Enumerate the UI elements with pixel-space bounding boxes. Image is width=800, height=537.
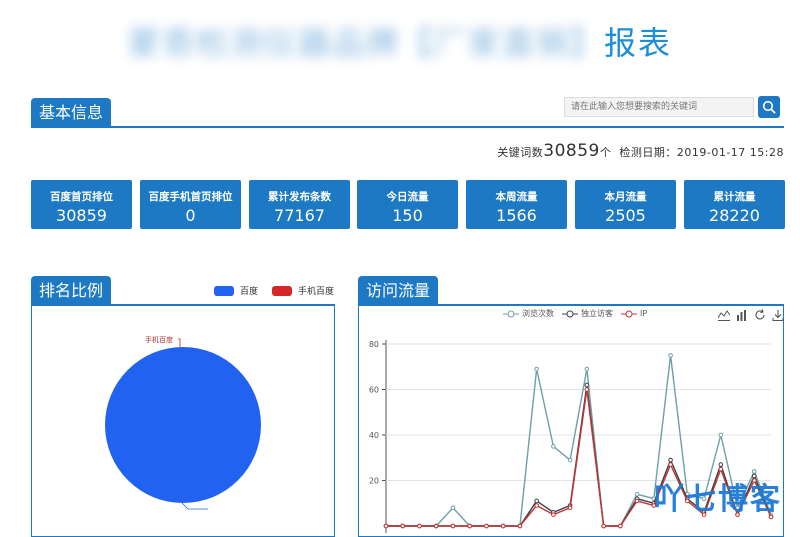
pie-label-mobile: 手机百度 xyxy=(145,335,173,344)
legend-swatch-mobile[interactable] xyxy=(272,285,293,296)
pie-label-line xyxy=(178,338,181,348)
data-point xyxy=(467,523,472,529)
tab-ranking-ratio[interactable]: 排名比例 xyxy=(31,276,112,306)
legend-item-uv[interactable]: 独立访客 xyxy=(562,308,613,319)
data-point xyxy=(584,382,590,388)
chart-toolbox xyxy=(718,309,784,321)
data-point xyxy=(534,503,539,508)
ranking-legend: 百度 手机百度 xyxy=(200,284,334,297)
data-point xyxy=(618,523,623,529)
data-point xyxy=(551,512,556,517)
y-tick-label: 60 xyxy=(369,386,379,395)
pie-label-line-baidu xyxy=(181,502,208,510)
legend-item-pv[interactable]: 浏览次数 xyxy=(503,308,554,319)
data-point xyxy=(433,523,439,529)
legend-label-ip: IP xyxy=(640,309,648,318)
data-point xyxy=(718,466,724,472)
data-point xyxy=(668,457,673,463)
page-title-suffix: 报表 xyxy=(604,24,673,62)
legend-label-baidu[interactable]: 百度 xyxy=(240,284,258,297)
data-point xyxy=(417,523,422,529)
stat-label: 本周流量 xyxy=(495,191,538,203)
detect-date: 2019-01-17 15:28 xyxy=(676,146,784,159)
stat-card-mobile-rank: 百度手机首页排位 0 xyxy=(140,180,241,229)
data-point xyxy=(400,523,406,529)
bar-chart-icon[interactable] xyxy=(736,309,748,321)
keyword-unit: 个 xyxy=(599,146,612,159)
data-point xyxy=(601,523,606,529)
data-point xyxy=(718,462,724,467)
keyword-count: 30859 xyxy=(543,141,600,161)
legend-marker-pv xyxy=(503,310,519,317)
legend-marker-uv xyxy=(562,310,578,317)
page-title: 蒙恩检测仪器品牌【厂家直销】报表 xyxy=(0,18,800,64)
data-point xyxy=(500,523,506,529)
data-point xyxy=(584,366,590,372)
download-icon[interactable] xyxy=(772,309,784,321)
search-icon xyxy=(762,100,776,114)
stat-card-total-traffic: 累计流量 28220 xyxy=(684,180,785,229)
data-point xyxy=(668,462,673,467)
data-point xyxy=(383,523,389,529)
data-point xyxy=(751,469,757,474)
stat-label: 本月流量 xyxy=(604,191,647,203)
data-point xyxy=(450,505,456,511)
data-point xyxy=(534,498,539,504)
stat-card-today-traffic: 今日流量 150 xyxy=(357,180,458,229)
pie-slice-baidu[interactable] xyxy=(105,347,261,503)
stat-card-week-traffic: 本周流量 1566 xyxy=(466,180,567,229)
search-button[interactable] xyxy=(758,96,780,118)
traffic-header: 访问流量 xyxy=(358,272,784,306)
legend-swatch-baidu[interactable] xyxy=(214,285,234,296)
data-point xyxy=(450,523,456,529)
data-point xyxy=(634,498,640,504)
line-chart-icon[interactable] xyxy=(718,309,730,321)
stat-value: 28220 xyxy=(709,206,760,225)
stat-label: 累计流量 xyxy=(713,191,756,203)
stat-label: 百度手机首页排位 xyxy=(148,191,233,203)
pie-chart: 手机百度 xyxy=(105,335,261,510)
y-tick-label: 80 xyxy=(369,340,379,349)
detect-date-label: 检测日期： xyxy=(619,146,677,159)
search-input[interactable]: 请在此输入您想要搜索的关键词 xyxy=(564,97,754,117)
stat-label: 百度首页排位 xyxy=(50,191,113,203)
data-point xyxy=(668,353,673,358)
data-point xyxy=(567,457,573,463)
data-point xyxy=(634,491,640,497)
data-point xyxy=(517,523,523,529)
tab-traffic[interactable]: 访问流量 xyxy=(358,276,439,306)
data-point xyxy=(584,387,590,392)
legend-marker-ip xyxy=(621,310,637,317)
stat-value: 77167 xyxy=(274,206,325,225)
stat-value: 0 xyxy=(185,206,196,225)
stat-value: 1566 xyxy=(496,206,537,225)
legend-label-uv: 独立访客 xyxy=(581,309,613,318)
y-tick-label: 20 xyxy=(369,477,379,486)
tab-basic-info[interactable]: 基本信息 xyxy=(31,98,112,128)
legend-label-mobile[interactable]: 手机百度 xyxy=(298,284,334,297)
stat-value: 30859 xyxy=(56,206,107,225)
data-point xyxy=(718,432,724,438)
legend-item-ip[interactable]: IP xyxy=(621,309,647,318)
data-point xyxy=(534,366,539,372)
stat-label: 累计发布条数 xyxy=(268,191,331,203)
page-title-blurred: 蒙恩检测仪器品牌【厂家直销】 xyxy=(127,24,604,62)
y-tick-label: 40 xyxy=(369,431,379,440)
stat-value: 2505 xyxy=(605,206,646,225)
watermark-logo: 吖七博客 xyxy=(654,482,782,517)
traffic-legend: 浏览次数 独立访客 IP xyxy=(503,308,655,319)
data-point xyxy=(551,444,556,449)
data-point xyxy=(484,523,489,529)
refresh-icon[interactable] xyxy=(754,309,766,321)
data-point xyxy=(567,505,573,511)
detection-meta: 关键词数30859个 检测日期：2019-01-17 15:28 xyxy=(497,141,784,161)
stat-card-baidu-rank: 百度首页排位 30859 xyxy=(31,180,132,229)
stat-card-total-posts: 累计发布条数 77167 xyxy=(249,180,350,229)
stat-label: 今日流量 xyxy=(386,191,429,203)
stat-value: 150 xyxy=(392,206,423,225)
legend-label-pv: 浏览次数 xyxy=(522,309,554,318)
stat-card-month-traffic: 本月流量 2505 xyxy=(575,180,676,229)
keyword-count-label: 关键词数 xyxy=(497,146,544,159)
